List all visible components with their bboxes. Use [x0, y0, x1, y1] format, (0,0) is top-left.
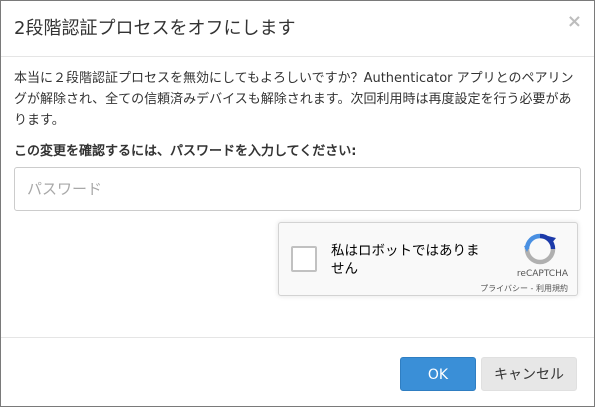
dialog-title: 2段階認証プロセスをオフにします [14, 18, 296, 39]
recaptcha-checkbox[interactable] [291, 246, 317, 272]
ok-button[interactable]: OK [400, 357, 476, 391]
recaptcha-brand: reCAPTCHA [516, 269, 568, 279]
recaptcha-privacy-link[interactable]: プライバシー [480, 284, 528, 293]
password-input[interactable] [14, 167, 581, 211]
password-confirm-label: この変更を確認するには、パスワードを入力してください: [14, 144, 357, 159]
close-icon[interactable]: × [567, 12, 582, 32]
disable-2fa-dialog: 2段階認証プロセスをオフにします × 本当に２段階認証プロセスを無効にしてもよろ… [0, 0, 595, 407]
recaptcha-logo-icon [524, 233, 556, 265]
recaptcha-links: プライバシー - 利用規約 [480, 283, 568, 294]
recaptcha-terms-link[interactable]: 利用規約 [536, 284, 568, 293]
recaptcha-widget: 私はロボットではありません reCAPTCHA プライバシー - 利用規約 [278, 222, 578, 296]
recaptcha-link-separator: - [528, 284, 536, 293]
warning-message: 本当に２段階認証プロセスを無効にしてもよろしいですか？Authenticator… [14, 71, 574, 128]
recaptcha-label: 私はロボットではありません [331, 243, 480, 277]
cancel-button[interactable]: キャンセル [481, 357, 577, 391]
dialog-body: 本当に２段階認証プロセスを無効にしてもよろしいですか？Authenticator… [14, 68, 581, 211]
dialog-footer: OK キャンセル [1, 337, 594, 407]
dialog-header: 2段階認証プロセスをオフにします × [1, 1, 594, 57]
